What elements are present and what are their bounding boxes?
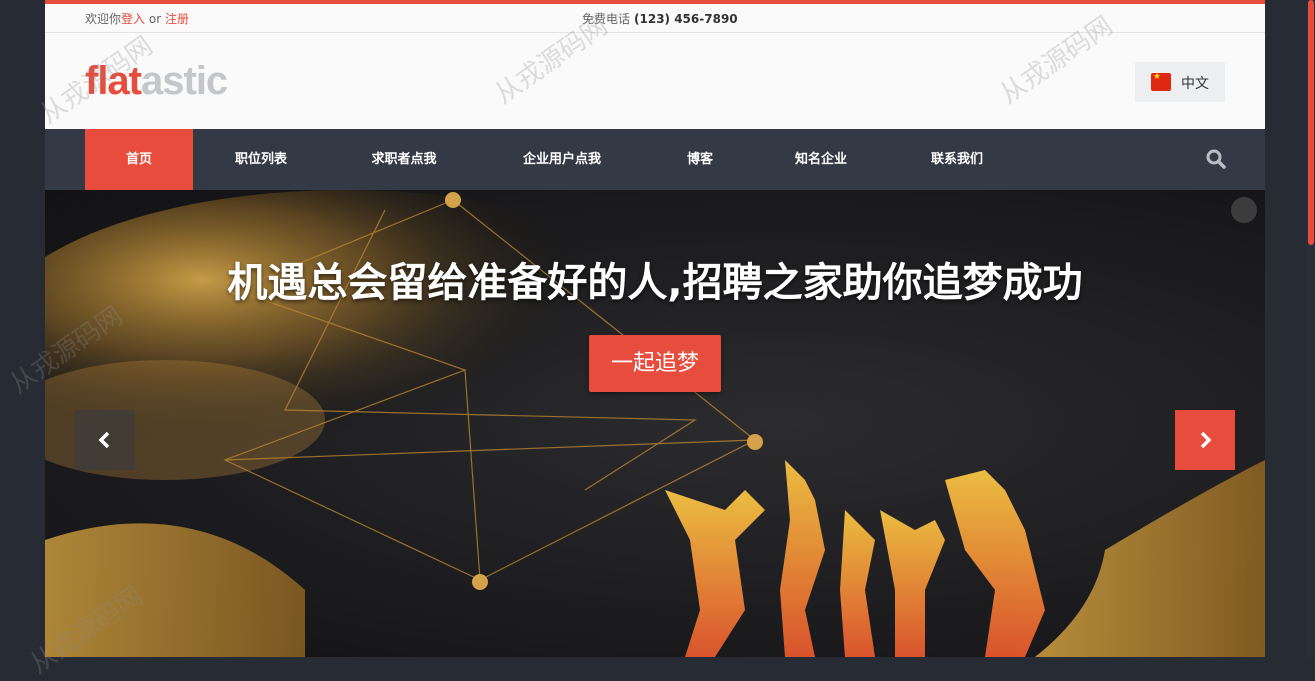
page-scrollbar[interactable]: [1307, 0, 1315, 657]
phone-info: 免费电话 (123) 456-7890: [582, 10, 738, 27]
search-icon[interactable]: [1206, 149, 1226, 169]
nav-item-contact[interactable]: 联系我们: [911, 129, 1003, 190]
account-links: 欢迎你登入 or 注册: [85, 10, 189, 27]
nav-item-blog[interactable]: 博客: [665, 129, 735, 190]
slider-next-button[interactable]: [1175, 410, 1235, 470]
main-nav: 首页 职位列表 求职者点我 企业用户点我 博客 知名企业 联系我们: [45, 129, 1265, 190]
nav-item-companies[interactable]: 知名企业: [775, 129, 867, 190]
slider-prev-button[interactable]: [75, 410, 135, 470]
scrollbar-thumb[interactable]: [1308, 0, 1314, 245]
top-bar: 欢迎你登入 or 注册 免费电话 (123) 456-7890: [45, 4, 1265, 33]
hero-slider: 机遇总会留给准备好的人,招聘之家助你追梦成功 一起追梦: [45, 190, 1265, 657]
hero-title: 机遇总会留给准备好的人,招聘之家助你追梦成功: [227, 260, 1083, 306]
chevron-left-icon: [98, 431, 110, 449]
language-selector[interactable]: 中文: [1135, 62, 1225, 102]
nav-item-job-seekers[interactable]: 求职者点我: [351, 129, 457, 190]
hero-cta-button[interactable]: 一起追梦: [589, 335, 721, 392]
login-link[interactable]: 登入: [121, 12, 145, 26]
register-link[interactable]: 注册: [165, 12, 189, 26]
logo-part-flat: flat: [85, 59, 142, 103]
china-flag-icon: [1151, 72, 1171, 91]
slider-pause-icon[interactable]: [1231, 197, 1257, 223]
site-logo[interactable]: flatastic: [85, 59, 228, 104]
chevron-right-icon: [1200, 431, 1212, 449]
or-text: or: [148, 12, 162, 26]
nav-item-job-list[interactable]: 职位列表: [215, 129, 307, 190]
page-container: 欢迎你登入 or 注册 免费电话 (123) 456-7890 flatastic…: [45, 0, 1265, 657]
nav-item-home[interactable]: 首页: [85, 129, 193, 190]
language-label: 中文: [1181, 76, 1209, 92]
site-header: flatastic 中文: [45, 33, 1265, 129]
phone-label: 免费电话: [582, 12, 631, 26]
welcome-text: 欢迎你: [85, 12, 122, 26]
logo-part-astic: astic: [141, 59, 228, 103]
nav-item-enterprise[interactable]: 企业用户点我: [501, 129, 623, 190]
phone-number: (123) 456-7890: [634, 12, 738, 26]
